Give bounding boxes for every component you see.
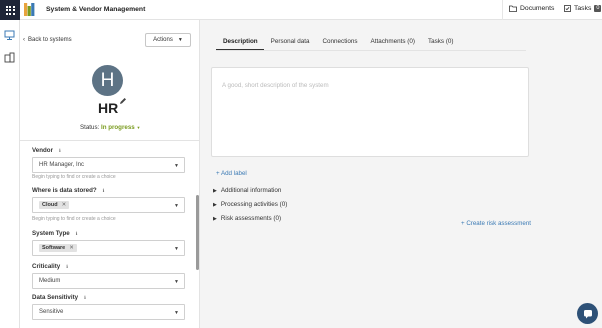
chat-button[interactable] — [577, 303, 598, 324]
chevron-left-icon: ‹ — [23, 37, 25, 43]
chip-label: Cloud — [42, 202, 58, 208]
tasks-label: Tasks — [574, 5, 592, 12]
chip: Software ✕ — [39, 244, 77, 252]
info-icon[interactable]: ℹ — [84, 295, 86, 301]
folder-icon — [509, 5, 517, 12]
apps-grid-icon — [5, 5, 15, 15]
expand-triangle-icon: ▶ — [213, 187, 217, 194]
status-label: Status: — [80, 124, 100, 131]
caret-down-icon: ▼ — [174, 279, 179, 285]
description-textarea[interactable]: A good, short description of the system — [211, 67, 529, 157]
info-icon[interactable]: ℹ — [59, 148, 61, 154]
actions-button[interactable]: Actions ▼ — [145, 33, 191, 47]
system-name: HR — [98, 100, 119, 116]
caret-down-icon: ▼ — [177, 37, 183, 43]
app-title: System & Vendor Management — [46, 6, 146, 13]
remove-chip-icon[interactable]: ✕ — [69, 245, 74, 251]
vendor-value: HR Manager, Inc — [39, 162, 85, 168]
caret-down-icon: ▼ — [174, 163, 179, 169]
systems-icon[interactable] — [4, 30, 15, 41]
tab-attachments[interactable]: Attachments (0) — [364, 31, 421, 51]
data-stored-select[interactable]: Cloud ✕ ▼ — [32, 197, 185, 213]
actions-label: Actions — [153, 37, 173, 43]
vendor-select[interactable]: HR Manager, Inc ▼ — [32, 157, 185, 173]
avatar: H — [92, 65, 123, 96]
tab-bar: Description Personal data Connections At… — [216, 31, 460, 51]
section-label: Additional information — [220, 187, 282, 194]
info-icon[interactable]: ℹ — [76, 231, 78, 237]
chat-icon — [583, 309, 592, 318]
logo-icon — [24, 3, 35, 16]
caret-down-icon: ▼ — [174, 246, 179, 252]
back-to-systems-link[interactable]: ‹ Back to systems — [23, 37, 72, 43]
edit-icon[interactable] — [119, 97, 127, 105]
caret-down-icon: ▼ — [136, 125, 141, 130]
expand-triangle-icon: ▶ — [213, 215, 217, 222]
system-detail-panel: ‹ Back to systems Actions ▼ H HR Status:… — [20, 20, 200, 328]
caret-down-icon: ▼ — [174, 310, 179, 316]
tasks-count-badge: 0 — [594, 5, 602, 12]
description-placeholder: A good, short description of the system — [222, 82, 329, 89]
data-sensitivity-select[interactable]: Sensitive ▼ — [32, 304, 185, 320]
criticality-select[interactable]: Medium ▼ — [32, 273, 185, 289]
system-type-label-text: System Type — [32, 230, 70, 237]
expand-triangle-icon: ▶ — [213, 201, 217, 208]
tasks-link[interactable]: Tasks 0 — [564, 5, 602, 12]
section-processing-activities[interactable]: ▶ Processing activities (0) — [213, 201, 287, 208]
section-label: Risk assessments (0) — [220, 215, 282, 222]
add-label-link[interactable]: + Add label — [216, 170, 247, 177]
data-stored-field-label: Where is data stored? ℹ — [32, 187, 104, 194]
left-rail — [0, 20, 20, 328]
chip: Cloud ✕ — [39, 201, 70, 209]
top-bar: System & Vendor Management Documents Tas… — [0, 0, 602, 20]
info-icon[interactable]: ℹ — [66, 264, 68, 270]
status-value: In progress — [101, 124, 135, 131]
vendor-label-text: Vendor — [32, 147, 53, 154]
back-label: Back to systems — [28, 37, 72, 43]
chip-label: Software — [42, 245, 66, 251]
section-label: Processing activities (0) — [220, 201, 288, 208]
documents-label: Documents — [520, 5, 555, 12]
section-additional-information[interactable]: ▶ Additional information — [213, 187, 281, 194]
tab-personal-data[interactable]: Personal data — [264, 31, 316, 51]
scrollbar[interactable] — [196, 195, 199, 270]
criticality-value: Medium — [39, 278, 61, 284]
data-sensitivity-label-text: Data Sensitivity — [32, 294, 79, 301]
divider — [502, 0, 503, 20]
data-sensitivity-field-label: Data Sensitivity ℹ — [32, 294, 86, 301]
data-stored-label-text: Where is data stored? — [32, 187, 97, 194]
criticality-field-label: Criticality ℹ — [32, 263, 68, 270]
system-type-field-label: System Type ℹ — [32, 230, 77, 237]
criticality-label-text: Criticality — [32, 263, 61, 270]
vendors-icon[interactable] — [4, 52, 15, 63]
tab-description[interactable]: Description — [216, 31, 264, 51]
vendor-hint: Begin typing to find or create a choice — [32, 174, 116, 180]
data-sensitivity-value: Sensitive — [39, 309, 64, 315]
remove-chip-icon[interactable]: ✕ — [62, 202, 67, 208]
status-dropdown[interactable]: In progress ▼ — [101, 124, 140, 131]
create-risk-assessment-link[interactable]: + Create risk assessment — [461, 220, 531, 227]
vendor-field-label: Vendor ℹ — [32, 147, 61, 154]
caret-down-icon: ▼ — [174, 203, 179, 209]
divider — [20, 140, 200, 141]
info-icon[interactable]: ℹ — [103, 188, 105, 194]
apps-grid-button[interactable] — [0, 0, 20, 20]
tab-connections[interactable]: Connections — [316, 31, 364, 51]
tab-tasks[interactable]: Tasks (0) — [421, 31, 460, 51]
section-risk-assessments[interactable]: ▶ Risk assessments (0) — [213, 215, 281, 222]
data-stored-hint: Begin typing to find or create a choice — [32, 216, 116, 222]
status-row: Status: In progress ▼ — [80, 124, 140, 131]
divider — [216, 50, 526, 51]
tasks-icon — [564, 5, 571, 12]
documents-link[interactable]: Documents — [509, 5, 554, 12]
system-type-select[interactable]: Software ✕ ▼ — [32, 240, 185, 256]
